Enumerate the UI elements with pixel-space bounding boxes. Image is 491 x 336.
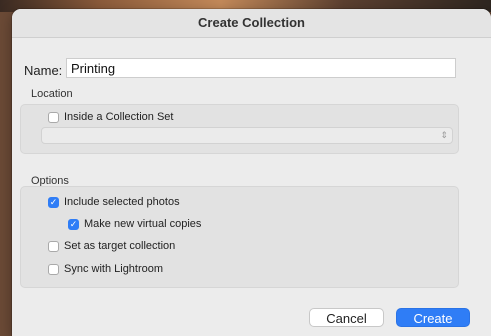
virtual-copies-label: Make new virtual copies — [84, 218, 202, 230]
virtual-copies-option[interactable]: ✓ Make new virtual copies — [68, 217, 201, 231]
updown-chevron-icon: ⇕ — [440, 130, 448, 140]
name-input[interactable] — [66, 58, 456, 78]
include-selected-photos-checkbox[interactable]: ✓ — [48, 196, 59, 208]
inside-collection-set-option[interactable]: Inside a Collection Set — [48, 110, 173, 124]
sync-lightroom-checkbox[interactable] — [48, 263, 59, 275]
inside-collection-set-checkbox[interactable] — [48, 111, 59, 123]
target-collection-option[interactable]: Set as target collection — [48, 239, 175, 253]
include-selected-photos-label: Include selected photos — [64, 196, 180, 208]
dialog-titlebar: Create Collection — [12, 9, 491, 38]
target-collection-checkbox[interactable] — [48, 240, 59, 252]
collection-set-select[interactable]: ⇕ — [41, 127, 453, 144]
target-collection-label: Set as target collection — [64, 240, 176, 252]
dialog-title: Create Collection — [198, 15, 305, 30]
virtual-copies-checkbox[interactable]: ✓ — [68, 218, 79, 230]
name-label: Name: — [24, 63, 63, 78]
sync-lightroom-option[interactable]: Sync with Lightroom — [48, 262, 163, 276]
inside-collection-set-label: Inside a Collection Set — [64, 111, 174, 123]
cancel-button[interactable]: Cancel — [309, 308, 384, 327]
include-selected-photos-option[interactable]: ✓ Include selected photos — [48, 195, 180, 209]
create-button[interactable]: Create — [396, 308, 470, 327]
sync-lightroom-label: Sync with Lightroom — [64, 263, 164, 275]
location-section-label: Location — [31, 88, 73, 100]
